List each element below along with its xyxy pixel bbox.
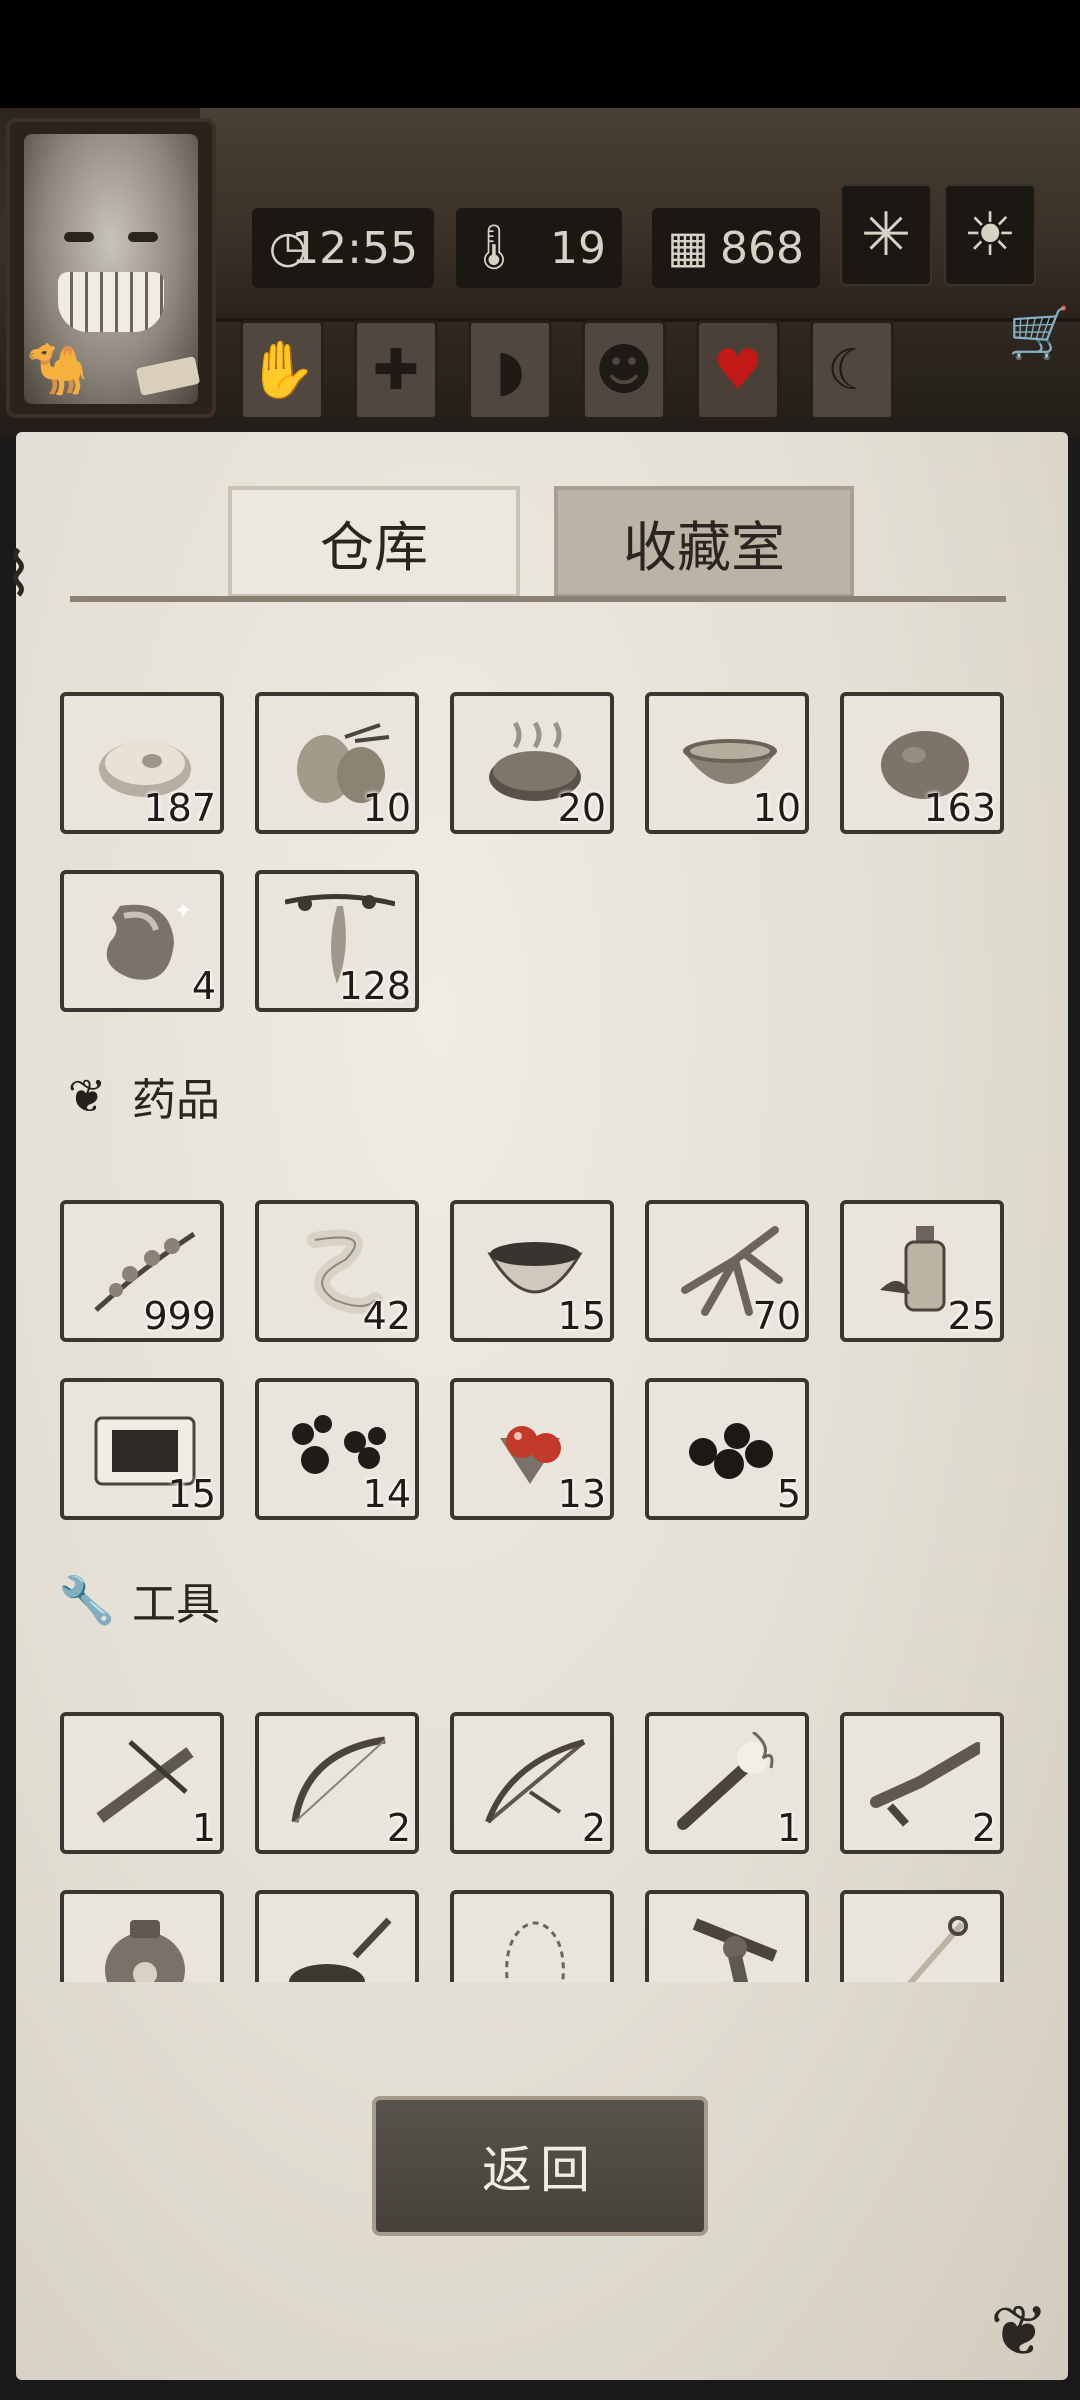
stomach-icon[interactable]: ◗ [468, 320, 552, 420]
item-slot-black-berries[interactable]: 5 [645, 1378, 809, 1520]
item-qty: 14 [362, 1472, 411, 1516]
item-slot-red-berries[interactable]: 13 [450, 1378, 614, 1520]
character-portrait[interactable]: 🐪 [6, 118, 216, 418]
bean-icon: ✦ [86, 888, 204, 992]
shopping-cart-icon[interactable]: 🛒 [1008, 304, 1070, 364]
item-qty: 15 [557, 1294, 606, 1338]
item-qty: 15 [167, 1472, 216, 1516]
frying-pan-icon [281, 1908, 399, 1982]
medicine-section-header: ❦ 药品 [60, 1056, 220, 1136]
item-slot-plaster[interactable]: 15 [60, 1378, 224, 1520]
item-qty: 10 [752, 786, 801, 830]
item-qty: 20 [557, 786, 606, 830]
item-slot-revolver[interactable] [645, 1890, 809, 1982]
item-qty: 1 [776, 1806, 801, 1850]
sabre-icon [866, 1908, 984, 1982]
heart-icon[interactable]: ♥ [696, 320, 780, 420]
compound-bow-icon [476, 1730, 594, 1834]
status-bar [0, 0, 1080, 108]
torch-icon [671, 1730, 789, 1834]
item-slot-sabre[interactable] [840, 1890, 1004, 1982]
item-slot-bandage[interactable]: 42 [255, 1200, 419, 1342]
time-display: ◷ 12:55 [252, 208, 434, 288]
vine-decoration-left: ⌇ [4, 540, 34, 610]
eye-left [64, 232, 94, 242]
item-qty: 2 [386, 1806, 411, 1850]
medicine-title: 药品 [132, 1075, 220, 1126]
item-slot-bow[interactable]: 2 [255, 1712, 419, 1854]
musket-icon [866, 1730, 984, 1834]
calendar-icon: ▦ [667, 222, 709, 273]
item-qty: 25 [947, 1294, 996, 1338]
item-slot-soup-bowl[interactable]: 10 [645, 692, 809, 834]
tab-divider [70, 596, 1006, 602]
back-button-label: 返回 [482, 2141, 598, 2199]
item-qty: 2 [581, 1806, 606, 1850]
item-qty: 999 [143, 1294, 216, 1338]
item-qty: 42 [362, 1294, 411, 1338]
item-slot-frying-pan[interactable] [255, 1890, 419, 1982]
item-slot-ginseng[interactable]: 70 [645, 1200, 809, 1342]
item-slot-potion-bottle[interactable]: 25 [840, 1200, 1004, 1342]
tools-title: 工具 [132, 1579, 220, 1630]
item-slot-medicine-bowl[interactable]: 15 [450, 1200, 614, 1342]
bow-icon [281, 1730, 399, 1834]
item-slot-pills[interactable]: 14 [255, 1378, 419, 1520]
days-display: ▦ 868 [652, 208, 820, 288]
revolver-icon [671, 1908, 789, 1982]
item-slot-hanging-fruit[interactable]: 128 [255, 870, 419, 1012]
item-qty: 1 [191, 1806, 216, 1850]
item-slot-compound-bow[interactable]: 2 [450, 1712, 614, 1854]
tab-collection[interactable]: 收藏室 [554, 486, 854, 598]
jar-icon [86, 1908, 204, 1982]
item-qty: 187 [143, 786, 216, 830]
wrench-icon: 🔧 [60, 1572, 116, 1627]
head-icon[interactable]: ☻ [582, 320, 666, 420]
item-qty: 13 [557, 1472, 606, 1516]
item-slot-musket[interactable]: 2 [840, 1712, 1004, 1854]
tab-warehouse[interactable]: 仓库 [228, 486, 520, 598]
item-slot-herb[interactable]: 999 [60, 1200, 224, 1342]
empty-outline-icon [476, 1908, 594, 1982]
character-teeth [58, 272, 164, 332]
hand-icon[interactable]: ✋ [240, 320, 324, 420]
item-slot-empty-outline[interactable] [450, 1890, 614, 1982]
eye-right [128, 232, 158, 242]
days-value: 868 [720, 222, 804, 274]
camel-icon: 🐪 [26, 340, 89, 398]
item-qty: 163 [923, 786, 996, 830]
item-slot-torch[interactable]: 1 [645, 1712, 809, 1854]
item-slot-meat[interactable]: 187 [60, 692, 224, 834]
back-button[interactable]: 返回 [372, 2096, 708, 2236]
inventory-grid: 187 10 20 10 163 ✦ 4 128 ❦ 药品 999 42 15 [60, 688, 1020, 1982]
sun-icon[interactable]: ☀ [944, 184, 1036, 286]
item-qty: 5 [776, 1472, 801, 1516]
item-qty: 128 [338, 964, 411, 1008]
item-slot-coconut[interactable]: 10 [255, 692, 419, 834]
temperature-display: 🌡 19 [456, 208, 622, 288]
clock-icon: ◷ [268, 222, 308, 273]
tab-warehouse-label: 仓库 [320, 515, 428, 579]
moon-icon[interactable]: ☾ [810, 320, 894, 420]
item-qty: 2 [971, 1806, 996, 1850]
item-slot-jar[interactable] [60, 1890, 224, 1982]
thermometer-icon: 🌡 [466, 222, 522, 273]
temperature-value: 19 [550, 222, 606, 274]
leaf-icon[interactable]: ✳ [840, 184, 932, 286]
item-qty: 70 [752, 1294, 801, 1338]
item-slot-potato[interactable]: 163 [840, 692, 1004, 834]
item-slot-bean[interactable]: ✦ 4 [60, 870, 224, 1012]
item-qty: 4 [191, 964, 216, 1008]
leaf-section-icon: ❦ [67, 1069, 107, 1123]
tools-section-header: 🔧 工具 [60, 1560, 220, 1640]
item-qty: 10 [362, 786, 411, 830]
item-slot-crossbow[interactable]: 1 [60, 1712, 224, 1854]
svg-text:✦: ✦ [174, 899, 192, 924]
crossbow-icon [86, 1730, 204, 1834]
tab-collection-label: 收藏室 [623, 515, 785, 579]
black-berries-icon [671, 1396, 789, 1500]
vine-decoration-bottom: ❦ [990, 2290, 1049, 2372]
plus-icon[interactable]: ✚ [354, 320, 438, 420]
item-slot-grilled-meat[interactable]: 20 [450, 692, 614, 834]
